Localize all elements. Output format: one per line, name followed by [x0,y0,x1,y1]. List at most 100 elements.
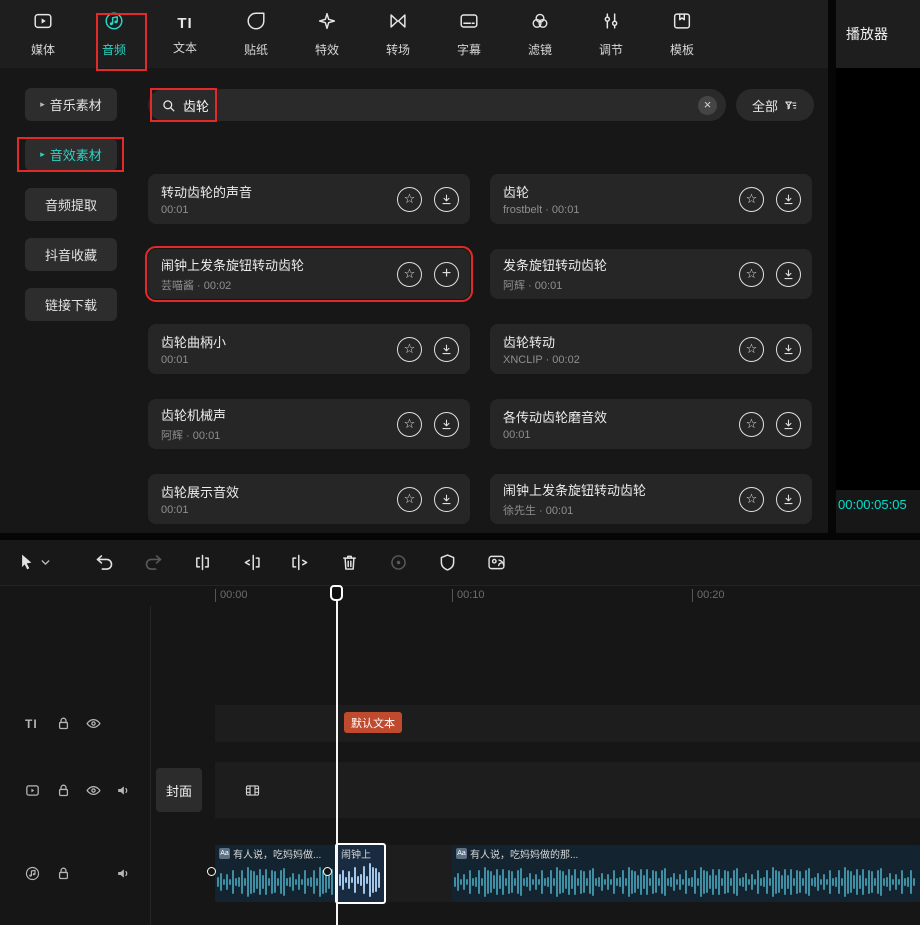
tab-audio[interactable]: 音频 [88,10,140,58]
star-icon: ☆ [746,341,758,357]
sound-info: 齿轮转动 XNCLIP · 00:02 [503,332,731,366]
tab-effects[interactable]: 特效 [301,10,353,58]
sound-result-card[interactable]: 齿轮 frostbelt · 00:01 ☆ [490,174,812,224]
favorite-star-button[interactable]: ☆ [397,187,422,212]
sidebar-item-douyin-favorites[interactable]: 抖音收藏 [25,238,117,271]
redo-icon[interactable] [143,552,164,573]
favorite-star-button[interactable]: ☆ [397,337,422,362]
sound-result-card[interactable]: 齿轮展示音效 00:01 ☆ [148,474,470,524]
clip-label: 有人说，吃妈妈做的那... [470,846,578,861]
transition-icon [387,10,409,37]
sound-results-grid: 转动齿轮的声音 00:01 ☆ 齿轮 frostbelt · 00:01 ☆ [148,174,812,524]
download-button[interactable] [776,412,801,437]
download-button[interactable] [434,337,459,362]
download-button[interactable] [776,187,801,212]
text-track-lane [215,705,920,742]
sound-result-card[interactable]: 齿轮转动 XNCLIP · 00:02 ☆ [490,324,812,374]
media-library-panel: 媒体 音频 TI 文本 贴纸 特效 [0,0,828,533]
tab-text[interactable]: TI 文本 [159,13,211,56]
card-actions: ☆ [739,337,801,362]
tab-label: 转场 [386,41,410,58]
tab-sticker[interactable]: 贴纸 [230,10,282,58]
favorite-star-button[interactable]: ☆ [739,187,764,212]
star-icon: ☆ [746,266,758,282]
sound-result-card[interactable]: 转动齿轮的声音 00:01 ☆ [148,174,470,224]
tab-subtitles[interactable]: 字幕 [443,10,495,58]
filter-dropdown[interactable]: 全部 [736,89,814,121]
sidebar-item-music[interactable]: ▸ 音乐素材 [25,88,117,121]
delete-left-icon[interactable] [241,552,262,573]
favorite-star-button[interactable]: ☆ [397,262,422,287]
shield-icon[interactable] [437,552,458,573]
split-icon[interactable] [192,552,213,573]
playhead-handle[interactable] [330,585,343,601]
trim-handle-left[interactable] [207,867,216,876]
audio-clip[interactable]: Aa 有人说，吃妈妈做的那... [452,845,920,902]
tab-filters[interactable]: 滤镜 [514,10,566,58]
download-button[interactable] [434,187,459,212]
sound-result-card[interactable]: 发条旋钮转动齿轮 阿辉 · 00:01 ☆ [490,249,812,299]
audio-waveform [217,865,335,899]
tab-transition[interactable]: 转场 [372,10,424,58]
favorite-star-button[interactable]: ☆ [739,337,764,362]
sound-title: 齿轮转动 [503,332,731,351]
sound-result-card[interactable]: 齿轮曲柄小 00:01 ☆ [148,324,470,374]
star-icon: ☆ [746,491,758,507]
sidebar-item-sound-effects[interactable]: ▸ 音效素材 [25,138,117,171]
card-actions: ☆ [397,187,459,212]
download-button[interactable] [434,487,459,512]
favorite-star-button[interactable]: ☆ [739,262,764,287]
eye-icon[interactable] [85,715,102,732]
card-actions: ☆ [397,487,459,512]
clear-search-button[interactable]: × [698,96,717,115]
undo-icon[interactable] [94,552,115,573]
audio-clip[interactable]: Aa 有人说，吃妈妈做... [215,845,337,902]
trim-handle-right[interactable] [323,867,332,876]
add-to-timeline-button[interactable]: + [434,262,459,287]
lock-icon[interactable] [55,865,72,882]
favorite-star-button[interactable]: ☆ [397,412,422,437]
download-button[interactable] [434,412,459,437]
favorite-star-button[interactable]: ☆ [739,487,764,512]
download-button[interactable] [776,487,801,512]
sound-subtitle: 00:01 [161,354,389,366]
templates-icon [671,10,693,37]
sound-result-card[interactable]: 闹钟上发条旋钮转动齿轮 徐先生 · 00:01 ☆ [490,474,812,524]
sound-result-card[interactable]: 各传动齿轮磨音效 00:01 ☆ [490,399,812,449]
search-input[interactable]: 齿轮 × [148,89,726,121]
sound-subtitle: XNCLIP · 00:02 [503,354,731,366]
sidebar-item-label: 音乐素材 [50,95,102,114]
filter-icon [783,98,798,113]
freeze-frame-icon[interactable] [388,552,409,573]
download-icon [782,193,795,206]
card-actions: ☆ + [397,262,459,287]
delete-icon[interactable] [339,552,360,573]
download-button[interactable] [776,337,801,362]
cover-button[interactable]: 封面 [156,768,202,812]
select-tool-button[interactable] [16,552,52,573]
delete-right-icon[interactable] [290,552,311,573]
tab-templates[interactable]: 模板 [656,10,708,58]
speaker-icon[interactable] [115,782,132,799]
lock-icon[interactable] [55,782,72,799]
sound-result-card-selected[interactable]: 闹钟上发条旋钮转动齿轮 芸喵酱 · 00:02 ☆ + [148,249,470,299]
text-clip[interactable]: 默认文本 [344,712,402,733]
sound-title: 转动齿轮的声音 [161,182,389,201]
tab-adjust[interactable]: 调节 [585,10,637,58]
speaker-icon[interactable] [115,865,132,882]
download-icon [782,268,795,281]
timeline-ruler[interactable]: 00:00 00:10 00:20 [150,586,920,606]
playhead-line[interactable] [336,585,338,925]
lock-icon[interactable] [55,715,72,732]
sidebar-item-link-download[interactable]: 链接下载 [25,288,117,321]
sidebar-item-audio-extract[interactable]: 音频提取 [25,188,117,221]
eye-icon[interactable] [85,782,102,799]
smart-matting-icon[interactable] [486,552,507,573]
sound-result-card[interactable]: 齿轮机械声 阿辉 · 00:01 ☆ [148,399,470,449]
favorite-star-button[interactable]: ☆ [397,487,422,512]
download-button[interactable] [776,262,801,287]
favorite-star-button[interactable]: ☆ [739,412,764,437]
sound-info: 齿轮展示音效 00:01 [161,482,389,516]
tab-media[interactable]: 媒体 [17,10,69,58]
audio-clip-selected[interactable]: 闹钟上 [335,843,386,904]
